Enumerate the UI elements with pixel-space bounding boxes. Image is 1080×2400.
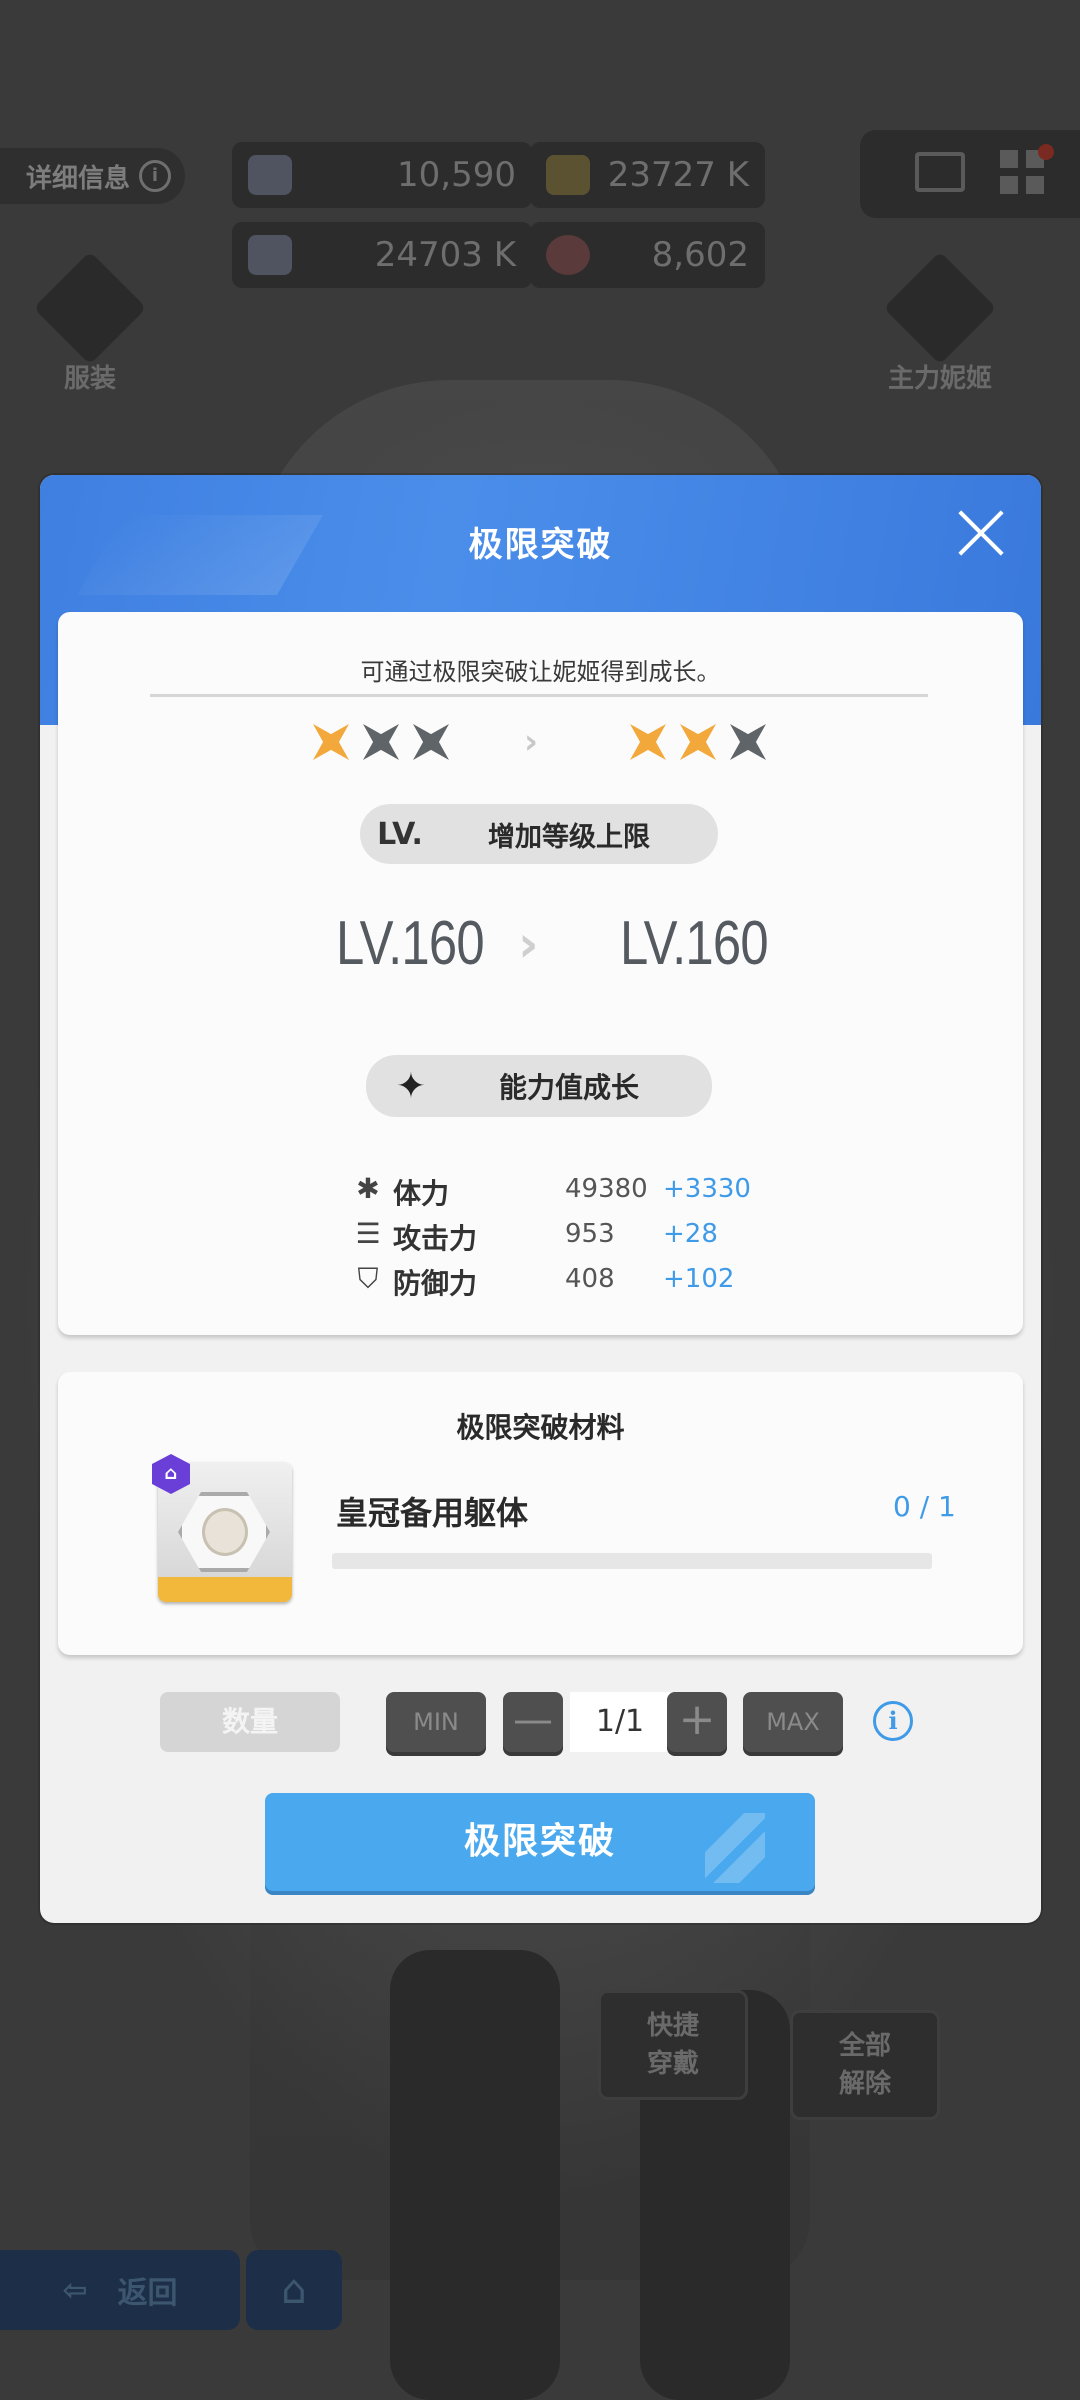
arrow-right-icon: › bbox=[524, 722, 539, 762]
material-progress-bar bbox=[332, 1553, 932, 1569]
main-nikke-label: 主力妮姬 bbox=[887, 364, 992, 394]
notification-dot bbox=[1038, 144, 1054, 160]
stat-row-attack: ☰ 攻击力 953 +28 bbox=[353, 1215, 773, 1255]
resource-core-dust: 8,602 bbox=[530, 222, 765, 288]
stat-value: 49380 bbox=[565, 1174, 648, 1204]
confirm-label: 极限突破 bbox=[463, 1821, 616, 1862]
costume-label: 服装 bbox=[63, 364, 116, 394]
material-count: 0 / 1 bbox=[893, 1490, 956, 1523]
stat-name: 体力 bbox=[393, 1177, 450, 1210]
stat-increase: +28 bbox=[663, 1219, 718, 1249]
plus-button[interactable]: + bbox=[667, 1692, 727, 1752]
mail-and-menu-panel bbox=[860, 130, 1080, 218]
level-after: LV.160 bbox=[620, 909, 769, 978]
stat-value: 953 bbox=[565, 1219, 615, 1249]
star-gold-icon bbox=[630, 724, 666, 760]
level-cap-pill: LV. 增加等级上限 bbox=[360, 804, 718, 864]
star-gray-icon bbox=[730, 724, 766, 760]
info-icon[interactable]: i bbox=[873, 1701, 913, 1741]
limit-break-confirm-button[interactable]: 极限突破 bbox=[265, 1793, 815, 1891]
back-label: 返回 bbox=[117, 2276, 178, 2311]
material-name: 皇冠备用躯体 bbox=[336, 1494, 529, 1532]
resource-credit: 23727 K bbox=[530, 142, 765, 208]
plus-icon: + bbox=[678, 1694, 716, 1745]
exit-icon: ⇦ bbox=[62, 2272, 88, 2308]
costume-button[interactable]: 服装 bbox=[33, 251, 147, 395]
growth-label: 能力值成长 bbox=[498, 1071, 639, 1104]
modal-title: 极限突破 bbox=[468, 525, 613, 565]
hp-icon: ✱ bbox=[356, 1172, 380, 1205]
sparkle-icon: ✦ bbox=[395, 1065, 427, 1107]
stat-value: 408 bbox=[565, 1264, 615, 1294]
limit-break-info-card: 可通过极限突破让妮姬得到成长。 › LV. 增加等级上限 LV.160 › LV… bbox=[58, 612, 1023, 1335]
mail-icon[interactable] bbox=[915, 152, 965, 192]
quantity-value: 1/1 bbox=[570, 1692, 670, 1752]
stat-increase: +3330 bbox=[663, 1174, 751, 1204]
quick-equip-button[interactable]: 快捷 穿戴 bbox=[598, 1990, 748, 2100]
core-dust-icon bbox=[546, 235, 590, 275]
stat-name: 攻击力 bbox=[393, 1222, 478, 1255]
level-cap-label: 增加等级上限 bbox=[488, 821, 650, 853]
star-icon bbox=[883, 251, 997, 365]
description-text: 可通过极限突破让妮姬得到成长。 bbox=[360, 658, 721, 686]
costume-icon bbox=[33, 251, 147, 365]
info-icon: i bbox=[139, 160, 171, 192]
stat-row-defense: ⛉ 防御力 408 +102 bbox=[353, 1260, 773, 1300]
stat-name: 防御力 bbox=[393, 1267, 478, 1300]
resource-battle-data: 24703 K bbox=[232, 222, 532, 288]
character-leg-left bbox=[390, 1950, 560, 2400]
battle-data-icon bbox=[248, 235, 292, 275]
back-button[interactable]: ⇦ 返回 bbox=[0, 2250, 240, 2330]
resource-crystal[interactable]: 10,590 bbox=[232, 142, 532, 208]
detail-info-label: 详细信息 bbox=[26, 163, 131, 194]
minus-icon: — bbox=[513, 1697, 553, 1743]
defense-icon: ⛉ bbox=[357, 1262, 379, 1295]
main-nikke-button[interactable]: 主力妮姬 bbox=[880, 251, 1000, 395]
resource-value: 8,602 bbox=[651, 235, 749, 275]
remove-all-button[interactable]: 全部 解除 bbox=[790, 2010, 940, 2120]
home-icon: ⌂ bbox=[281, 2267, 307, 2313]
crystal-icon bbox=[248, 155, 292, 195]
stars-before bbox=[313, 724, 449, 760]
materials-title: 极限突破材料 bbox=[456, 1411, 625, 1444]
lv-tag: LV. bbox=[377, 816, 423, 852]
arrow-right-icon: › bbox=[518, 915, 539, 973]
resource-value: 23727 K bbox=[607, 155, 749, 195]
home-button[interactable]: ⌂ bbox=[246, 2250, 342, 2330]
star-gray-icon bbox=[413, 724, 449, 760]
growth-pill: ✦ 能力值成长 bbox=[366, 1055, 712, 1117]
detail-info-button[interactable]: 详细信息 i bbox=[0, 148, 185, 204]
quantity-label: 数量 bbox=[160, 1692, 340, 1752]
star-gold-icon bbox=[313, 724, 349, 760]
close-icon[interactable] bbox=[957, 509, 1005, 557]
menu-grid-icon[interactable] bbox=[1000, 150, 1044, 194]
credit-card-icon bbox=[546, 155, 590, 195]
star-gold-icon bbox=[680, 724, 716, 760]
max-button[interactable]: MAX bbox=[743, 1692, 843, 1752]
resource-value: 24703 K bbox=[374, 235, 516, 275]
character-portrait bbox=[202, 1508, 248, 1556]
button-decoration bbox=[705, 1813, 765, 1883]
divider bbox=[150, 694, 928, 697]
stars-after bbox=[630, 724, 766, 760]
minus-button[interactable]: — bbox=[503, 1692, 563, 1752]
min-button[interactable]: MIN bbox=[386, 1692, 486, 1752]
star-gray-icon bbox=[363, 724, 399, 760]
limit-break-modal: 极限突破 可通过极限突破让妮姬得到成长。 › LV. 增加等级上限 LV.160… bbox=[40, 475, 1041, 1923]
stat-increase: +102 bbox=[663, 1264, 735, 1294]
attack-icon: ☰ bbox=[355, 1217, 381, 1250]
materials-card: 极限突破材料 ⌂ 皇冠备用躯体 0 / 1 bbox=[58, 1372, 1023, 1655]
stat-row-hp: ✱ 体力 49380 +3330 bbox=[353, 1170, 773, 1210]
level-before: LV.160 bbox=[336, 909, 485, 978]
resource-value: 10,590 bbox=[397, 155, 516, 195]
